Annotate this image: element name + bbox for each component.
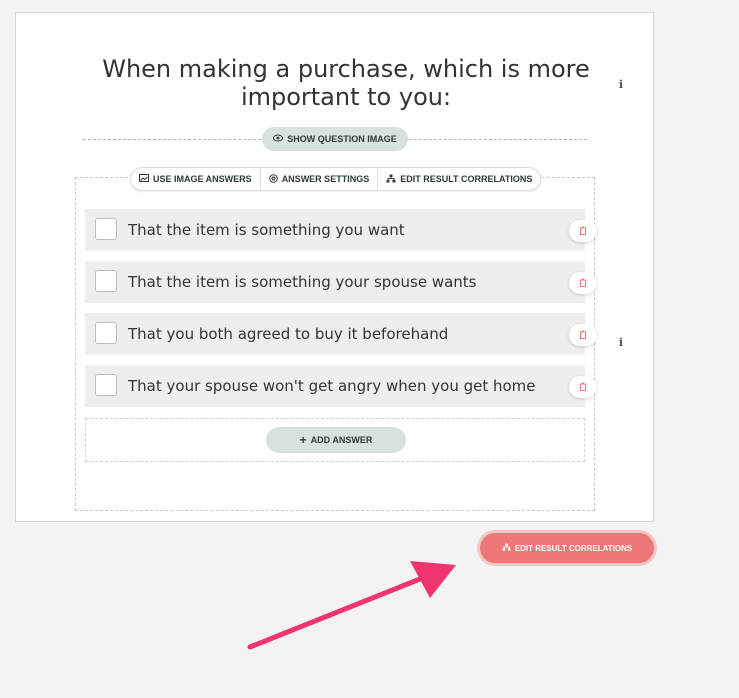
answer-text[interactable]: That you both agreed to buy it beforehan…	[128, 325, 448, 343]
eye-icon	[273, 134, 284, 144]
trash-icon	[579, 222, 587, 240]
answer-text[interactable]: That the item is something you want	[128, 221, 405, 239]
settings-icon	[268, 173, 278, 185]
answer-text[interactable]: That the item is something your spouse w…	[128, 273, 476, 291]
answer-checkbox[interactable]	[95, 218, 117, 240]
delete-answer-button[interactable]	[569, 376, 597, 398]
hierarchy-icon	[386, 174, 396, 185]
delete-answer-button[interactable]	[569, 272, 597, 294]
use-image-answers-button[interactable]: USE IMAGE ANSWERS	[131, 168, 261, 190]
question-title[interactable]: When making a purchase, which is more im…	[76, 55, 616, 111]
add-answer-label: ADD ANSWER	[310, 435, 373, 445]
question-card: When making a purchase, which is more im…	[15, 12, 654, 522]
use-image-answers-label: USE IMAGE ANSWERS	[153, 174, 252, 184]
plus-icon: +	[299, 433, 307, 447]
delete-answer-button[interactable]	[569, 220, 597, 242]
answer-checkbox[interactable]	[95, 374, 117, 396]
info-icon[interactable]: i	[614, 78, 628, 92]
answer-settings-label: ANSWER SETTINGS	[281, 174, 370, 184]
answer-row[interactable]: That you both agreed to buy it beforehan…	[85, 313, 585, 355]
edit-result-correlations-toolbar-button[interactable]: EDIT RESULT CORRELATIONS	[378, 168, 540, 190]
hierarchy-icon	[502, 543, 511, 553]
trash-icon	[579, 326, 587, 344]
edit-result-correlations-button-inner[interactable]: EDIT RESULT CORRELATIONS	[480, 533, 654, 563]
answer-settings-button[interactable]: ANSWER SETTINGS	[261, 168, 379, 190]
add-answer-area: + ADD ANSWER	[85, 418, 585, 462]
trash-icon	[579, 274, 587, 292]
answer-row[interactable]: That the item is something you want	[85, 209, 585, 251]
answer-text[interactable]: That your spouse won't get angry when yo…	[128, 377, 536, 395]
annotation-arrow	[247, 561, 456, 650]
delete-answer-button[interactable]	[569, 324, 597, 346]
show-question-image-button[interactable]: SHOW QUESTION IMAGE	[262, 127, 408, 151]
edit-result-correlations-button[interactable]: EDIT RESULT CORRELATIONS	[477, 530, 657, 566]
trash-icon	[579, 378, 587, 396]
info-icon[interactable]: i	[614, 336, 628, 350]
answers-toolbar: USE IMAGE ANSWERS ANSWER SETTINGS EDIT R…	[130, 167, 542, 191]
show-question-image-label: SHOW QUESTION IMAGE	[287, 134, 397, 144]
image-icon	[139, 174, 149, 184]
answer-row[interactable]: That the item is something your spouse w…	[85, 261, 585, 303]
add-answer-button[interactable]: + ADD ANSWER	[266, 427, 406, 453]
edit-result-correlations-label: EDIT RESULT CORRELATIONS	[514, 543, 633, 553]
answer-checkbox[interactable]	[95, 270, 117, 292]
answer-row[interactable]: That your spouse won't get angry when yo…	[85, 365, 585, 407]
edit-result-correlations-toolbar-label: EDIT RESULT CORRELATIONS	[400, 174, 533, 184]
answer-checkbox[interactable]	[95, 322, 117, 344]
